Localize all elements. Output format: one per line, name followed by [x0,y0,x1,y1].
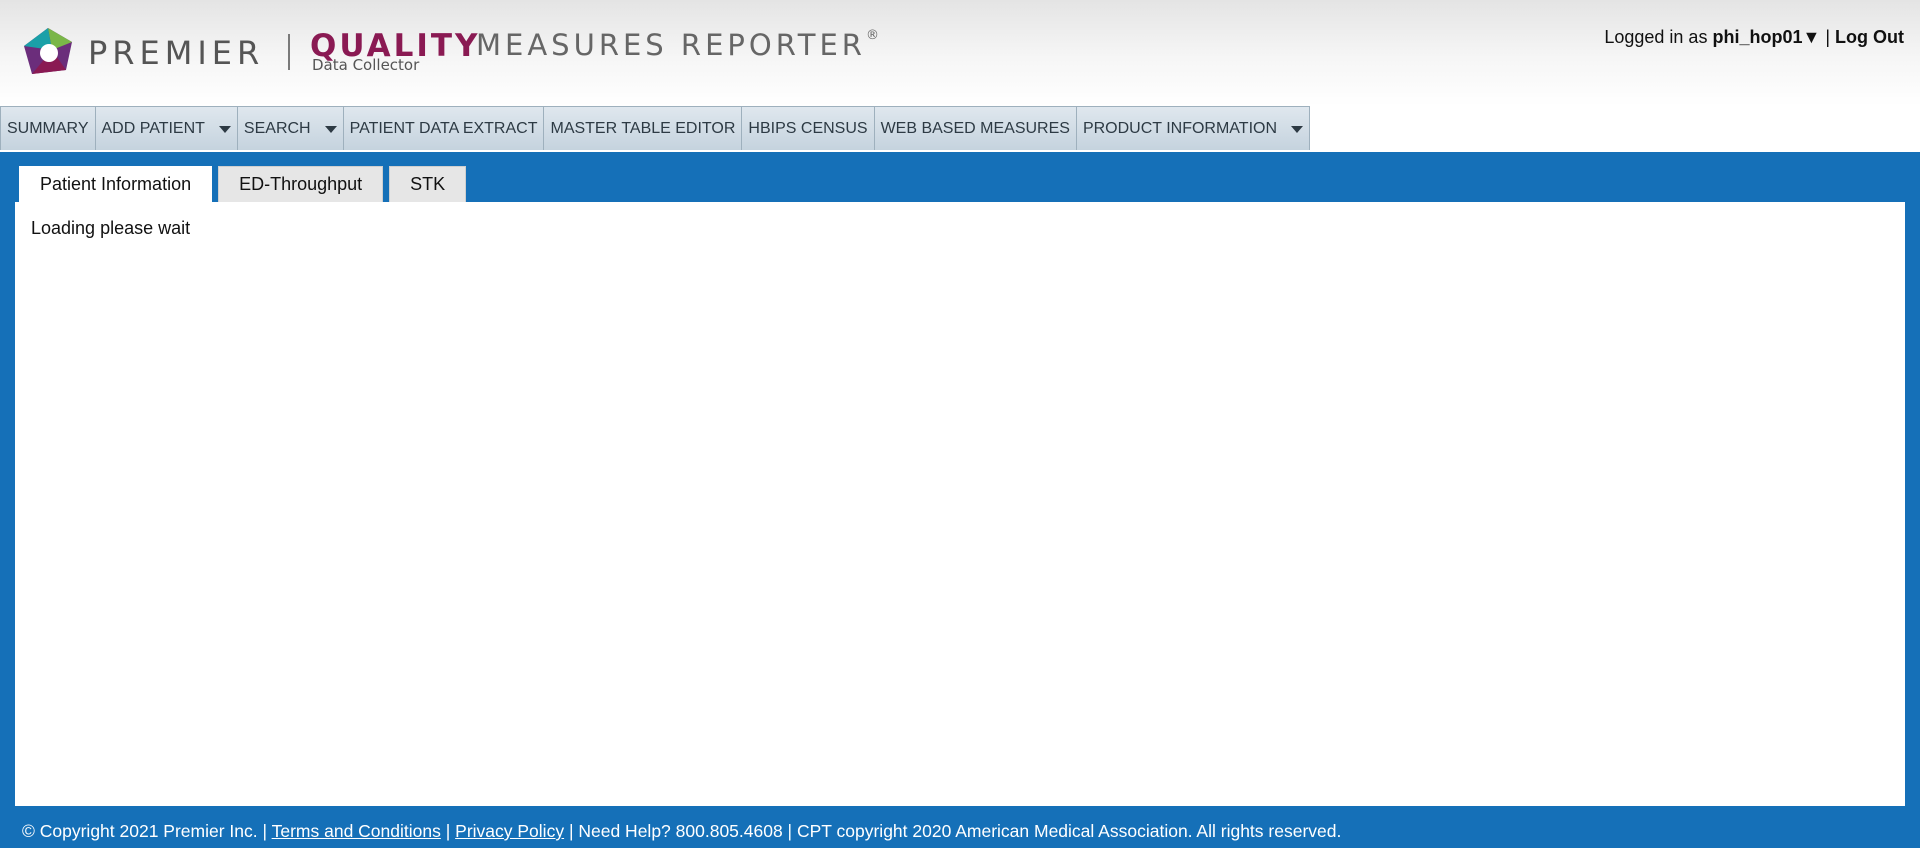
tab-stk[interactable]: STK [389,166,467,202]
nav-search[interactable]: SEARCH [238,107,344,150]
brand-subtitle: Data Collector [312,56,420,74]
brand-premier: PREMIER [88,34,265,72]
nav-web-based-measures[interactable]: WEB BASED MEASURES [875,107,1077,150]
caret-down-icon [324,126,337,133]
caret-down-icon [218,126,231,133]
nav-label: SUMMARY [7,119,89,137]
brand-measures-reporter: MEASURES REPORTER® [476,28,879,62]
user-separator: | [1825,27,1830,47]
copyright-text: © Copyright 2021 Premier Inc. [22,821,258,841]
tab-ed-throughput[interactable]: ED-Throughput [218,166,384,202]
brand-divider [288,34,290,70]
nav-patient-data-extract[interactable]: PATIENT DATA EXTRACT [344,107,545,150]
nav-label: HBIPS CENSUS [748,119,868,137]
help-text: | Need Help? 800.805.4608 | CPT copyrigh… [568,821,1342,841]
tab-patient-information[interactable]: Patient Information [19,166,213,202]
nav-label: WEB BASED MEASURES [880,119,1070,137]
nav-hbips-census[interactable]: HBIPS CENSUS [742,107,875,150]
nav-add-patient[interactable]: ADD PATIENT [96,107,238,150]
loading-message: Loading please wait [31,218,191,238]
logout-link[interactable]: Log Out [1835,27,1904,47]
terms-link[interactable]: Terms and Conditions [272,821,441,841]
app-header: PREMIER QUALITY MEASURES REPORTER® Data … [0,0,1920,106]
main-nav: SUMMARY ADD PATIENT SEARCH PATIENT DATA … [0,106,1311,150]
nav-label: ADD PATIENT [101,119,205,137]
nav-label: MASTER TABLE EDITOR [550,119,736,137]
footer: © Copyright 2021 Premier Inc. | Terms an… [22,821,1341,842]
registered-mark: ® [865,28,879,43]
premier-logo-icon [24,28,72,74]
nav-master-table-editor[interactable]: MASTER TABLE EDITOR [544,107,743,150]
user-menu-button[interactable]: phi_hop01▼ [1712,27,1820,47]
footer-separator: | [262,821,268,841]
patient-tabs: Patient Information ED-Throughput STK [19,166,472,202]
logged-in-prefix: Logged in as [1604,27,1708,47]
nav-product-information[interactable]: PRODUCT INFORMATION [1077,107,1309,150]
user-area: Logged in as phi_hop01▼ | Log Out [1604,27,1904,48]
privacy-link[interactable]: Privacy Policy [455,821,564,841]
nav-summary[interactable]: SUMMARY [1,107,96,150]
nav-label: PATIENT DATA EXTRACT [349,119,538,137]
nav-label: SEARCH [243,119,311,137]
main-area: Patient Information ED-Throughput STK Lo… [0,152,1920,848]
tab-content-panel: Loading please wait [15,202,1905,806]
nav-label: PRODUCT INFORMATION [1082,119,1278,137]
caret-down-icon [1291,126,1304,133]
brand-measures-reporter-text: MEASURES REPORTER [476,28,866,62]
footer-separator: | [445,821,451,841]
